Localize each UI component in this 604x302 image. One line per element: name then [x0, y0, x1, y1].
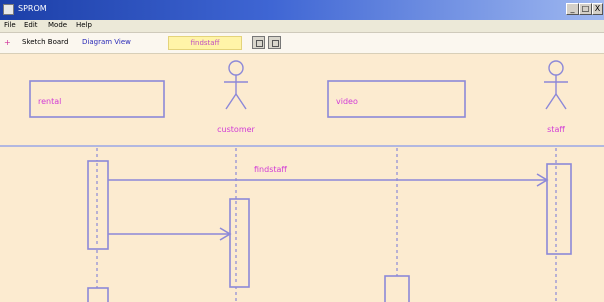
toolbar: + Sketch Board Diagram View findstaff	[0, 33, 604, 54]
customer-actor-icon[interactable]	[224, 60, 248, 110]
customer-activation[interactable]	[229, 198, 250, 288]
diagram-view-tab[interactable]: Diagram View	[82, 38, 131, 46]
rental-activation-2[interactable]	[87, 287, 109, 302]
app-icon	[3, 4, 14, 15]
minimize-button[interactable]: _	[566, 3, 579, 15]
video-label: video	[336, 97, 358, 106]
toolbar-button-1[interactable]	[252, 36, 265, 49]
menu-edit[interactable]: Edit	[24, 21, 38, 29]
menu-mode[interactable]: Mode	[48, 21, 67, 29]
staff-label: staff	[547, 125, 565, 134]
menu-bar: File Edit Mode Help	[0, 20, 604, 33]
menu-help[interactable]: Help	[76, 21, 92, 29]
message-field[interactable]: findstaff	[168, 36, 242, 50]
findstaff-message-label: findstaff	[254, 165, 287, 174]
title-bar: SPROM _ □ X	[0, 0, 604, 20]
close-button[interactable]: X	[592, 3, 603, 15]
customer-label: customer	[217, 125, 255, 134]
staff-actor-icon[interactable]	[544, 60, 568, 110]
toolbar-button-2[interactable]	[268, 36, 281, 49]
maximize-button[interactable]: □	[579, 3, 592, 15]
sequence-diagram-canvas[interactable]: rental video customer staff findstaff	[0, 54, 604, 302]
rental-label: rental	[38, 97, 61, 106]
staff-activation[interactable]	[546, 163, 572, 255]
sketch-board-tab[interactable]: Sketch Board	[22, 38, 68, 46]
menu-file[interactable]: File	[4, 21, 16, 29]
window-title: SPROM	[18, 4, 47, 13]
rental-activation-1[interactable]	[87, 160, 109, 250]
add-marker-icon: +	[4, 38, 11, 47]
video-activation[interactable]	[384, 275, 410, 302]
